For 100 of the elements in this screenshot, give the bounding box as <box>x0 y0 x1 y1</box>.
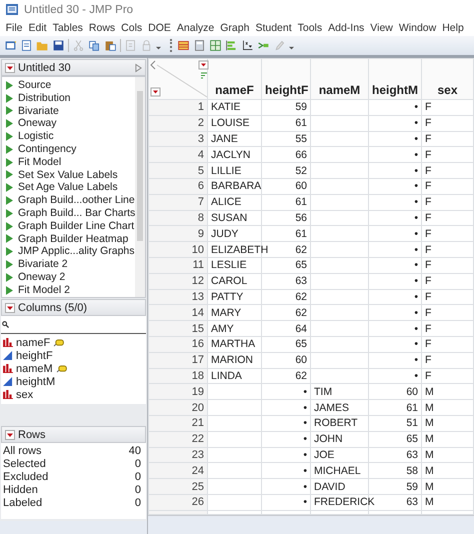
menu-item[interactable]: DOE <box>146 22 174 34</box>
menu-item[interactable]: Window <box>396 22 440 34</box>
table-cell: ELIZABETH <box>211 244 268 256</box>
row-number[interactable]: 7 <box>148 194 208 210</box>
script-item[interactable]: JMP Applic...ality Graphs <box>2 245 136 258</box>
row-number[interactable]: 25 <box>148 478 208 494</box>
collapse-icon[interactable] <box>135 62 142 72</box>
table-cell: F <box>425 259 432 272</box>
table-cell: 59 <box>406 480 418 493</box>
column-header[interactable]: nameF <box>208 58 262 100</box>
axis-icon[interactable] <box>241 39 254 52</box>
row-number[interactable]: 16 <box>148 336 208 352</box>
row-number[interactable]: 11 <box>148 257 208 274</box>
menu-item[interactable]: File <box>3 22 26 34</box>
row-number[interactable]: 15 <box>148 320 208 336</box>
row-number[interactable]: 19 <box>148 384 208 400</box>
menu-item[interactable]: Add-Ins <box>326 22 368 34</box>
table-cell: F <box>425 164 432 177</box>
column-name[interactable]: nameF <box>16 336 50 348</box>
script-item[interactable]: Fit Model 2 <box>2 284 136 297</box>
menu-item[interactable]: Graph <box>218 22 253 34</box>
script-item[interactable]: Bivariate 2 <box>2 258 136 271</box>
script-item[interactable]: Graph Build...oother Line <box>2 194 136 207</box>
column-name[interactable]: heightM <box>16 376 56 388</box>
column-header[interactable]: sex <box>422 58 474 100</box>
column-name[interactable]: heightF <box>16 350 53 362</box>
table-cell: ROBERT <box>314 417 358 430</box>
row-number[interactable]: 22 <box>148 431 208 448</box>
row-number[interactable]: 1 <box>148 100 208 116</box>
menu-item[interactable]: Edit <box>26 22 50 34</box>
dropdown-icon[interactable] <box>5 430 15 440</box>
script-item[interactable]: Graph Builder Heatmap <box>2 232 136 246</box>
row-number[interactable]: 18 <box>148 368 208 384</box>
menu-item[interactable]: Help <box>440 22 468 34</box>
row-number[interactable]: 4 <box>148 146 208 163</box>
row-number[interactable]: 9 <box>148 226 208 242</box>
row-number[interactable]: 6 <box>148 178 208 194</box>
script-item[interactable]: Contingency <box>2 142 136 156</box>
row-number[interactable]: 12 <box>148 273 208 290</box>
table-cell: • <box>414 338 418 350</box>
script-item[interactable]: Fit Model <box>2 156 136 169</box>
column-header[interactable]: heightM <box>368 58 422 100</box>
row-number[interactable]: 17 <box>148 352 208 368</box>
calculator-icon[interactable] <box>193 39 206 52</box>
paste-icon[interactable] <box>104 39 117 52</box>
menu-item[interactable]: Cols <box>118 22 146 34</box>
menu-item[interactable]: View <box>368 22 396 34</box>
dropdown-icon[interactable] <box>5 302 15 312</box>
script-item[interactable]: Set Sex Value Labels <box>2 168 136 182</box>
script-item[interactable]: Graph Build... Bar Charts <box>2 206 136 220</box>
table-cell: 66 <box>295 148 307 161</box>
row-number[interactable]: 23 <box>148 447 208 463</box>
table-cell: • <box>414 322 418 335</box>
save-icon[interactable] <box>52 39 65 52</box>
column-name[interactable]: sex <box>16 388 34 400</box>
row-state-label: Hidden <box>3 484 38 496</box>
row-number[interactable]: 14 <box>148 304 208 321</box>
script-item[interactable]: Bivariate <box>2 104 136 118</box>
menu-item[interactable]: Analyze <box>174 22 218 34</box>
row-number[interactable]: 2 <box>148 115 208 132</box>
row-number[interactable]: 8 <box>148 210 208 226</box>
table-cell: • <box>303 417 307 430</box>
table-cell: 52 <box>295 164 307 177</box>
bar-chart-icon[interactable] <box>225 39 238 52</box>
row-state-label: Selected <box>3 458 46 470</box>
table-cell: ALICE <box>211 196 242 208</box>
menu-item[interactable]: Student <box>252 22 296 34</box>
script-item[interactable]: Graph Builder Line Chart <box>2 220 136 233</box>
script-item[interactable]: Distribution <box>2 92 136 105</box>
script-item[interactable]: Set Age Value Labels <box>2 181 136 194</box>
row-number[interactable]: 5 <box>148 162 208 178</box>
script-item[interactable]: Logistic <box>2 130 136 143</box>
script-item[interactable]: Source <box>2 79 136 92</box>
scrollbar[interactable] <box>135 77 145 297</box>
row-number[interactable]: 3 <box>148 131 208 147</box>
table-cell: 51 <box>406 417 418 430</box>
table-cell: • <box>414 354 418 366</box>
menu-item[interactable]: Tables <box>50 22 86 34</box>
new-script-icon[interactable] <box>20 39 33 52</box>
column-header[interactable]: nameM <box>310 58 368 100</box>
dropdown-icon[interactable] <box>5 62 15 72</box>
new-table-icon[interactable] <box>4 39 17 52</box>
search-field[interactable] <box>1 316 146 334</box>
script-item[interactable]: Oneway <box>2 117 136 130</box>
copy-icon[interactable] <box>88 39 101 52</box>
table-cell: 62 <box>295 290 307 303</box>
row-number[interactable]: 10 <box>148 242 208 258</box>
app-icon <box>5 3 19 17</box>
column-header[interactable]: heightF <box>262 58 310 100</box>
row-number[interactable]: 26 <box>148 494 208 510</box>
grid-icon[interactable] <box>209 39 222 52</box>
row-number[interactable]: 21 <box>148 415 208 432</box>
script-item[interactable]: Oneway 2 <box>2 270 136 284</box>
menu-item[interactable]: Tools <box>295 22 326 34</box>
row-number[interactable]: 20 <box>148 400 208 416</box>
menu-item[interactable]: Rows <box>86 22 119 34</box>
row-number[interactable]: 24 <box>148 462 208 479</box>
row-number[interactable]: 13 <box>148 289 208 305</box>
column-name[interactable]: nameM <box>16 362 53 374</box>
table-icon[interactable] <box>177 39 190 52</box>
